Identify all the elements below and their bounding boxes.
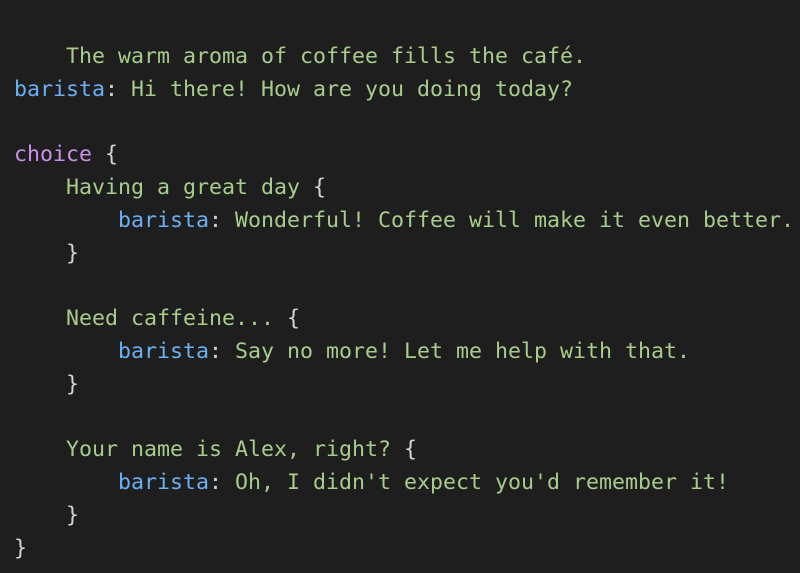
code-line-intro: barista: Hi there! How are you doing tod… xyxy=(14,74,800,107)
code-line-option-close: } xyxy=(14,238,800,271)
code-line-choice-close: } xyxy=(14,533,800,566)
open-brace: { xyxy=(92,142,119,168)
open-brace: { xyxy=(300,174,327,200)
option-label: Need caffeine... xyxy=(66,306,275,332)
choice-keyword: choice xyxy=(14,142,93,168)
speaker-name: barista xyxy=(118,470,210,496)
code-line-option-label: Your name is Alex, right? { xyxy=(14,434,800,467)
close-brace: } xyxy=(66,371,80,397)
speaker-colon: : xyxy=(209,207,223,233)
speaker-name: barista xyxy=(14,76,106,102)
code-editor[interactable]: The warm aroma of coffee fills the café.… xyxy=(0,0,800,573)
code-line-choice-open: choice { xyxy=(14,139,800,172)
dialogue-text: Oh, I didn't expect you'd remember it! xyxy=(222,470,730,496)
code-line-option-label: Need caffeine... { xyxy=(14,303,800,336)
code-line-option-close: } xyxy=(14,369,800,402)
close-brace: } xyxy=(66,240,80,266)
code-line-narration: The warm aroma of coffee fills the café. xyxy=(14,8,800,69)
close-brace: } xyxy=(14,535,28,561)
code-line-option-reply: barista: Wonderful! Coffee will make it … xyxy=(14,205,800,238)
open-brace: { xyxy=(391,437,418,463)
dialogue-text: Say no more! Let me help with that. xyxy=(222,338,691,364)
option-label: Your name is Alex, right? xyxy=(66,437,392,463)
dialogue-text: Hi there! How are you doing today? xyxy=(118,76,574,102)
speaker-colon: : xyxy=(209,470,223,496)
close-brace: } xyxy=(66,502,80,528)
code-line-option-reply: barista: Oh, I didn't expect you'd remem… xyxy=(14,467,800,500)
code-line-option-label: Having a great day { xyxy=(14,172,800,205)
speaker-colon: : xyxy=(105,76,119,102)
speaker-name: barista xyxy=(118,207,210,233)
speaker-colon: : xyxy=(209,338,223,364)
code-line-option-close: } xyxy=(14,500,800,533)
open-brace: { xyxy=(274,306,301,332)
option-label: Having a great day xyxy=(66,174,301,200)
code-line-option-reply: barista: Say no more! Let me help with t… xyxy=(14,336,800,369)
narration-text: The warm aroma of coffee fills the café. xyxy=(66,43,587,69)
speaker-name: barista xyxy=(118,338,210,364)
dialogue-text: Wonderful! Coffee will make it even bett… xyxy=(222,207,795,233)
